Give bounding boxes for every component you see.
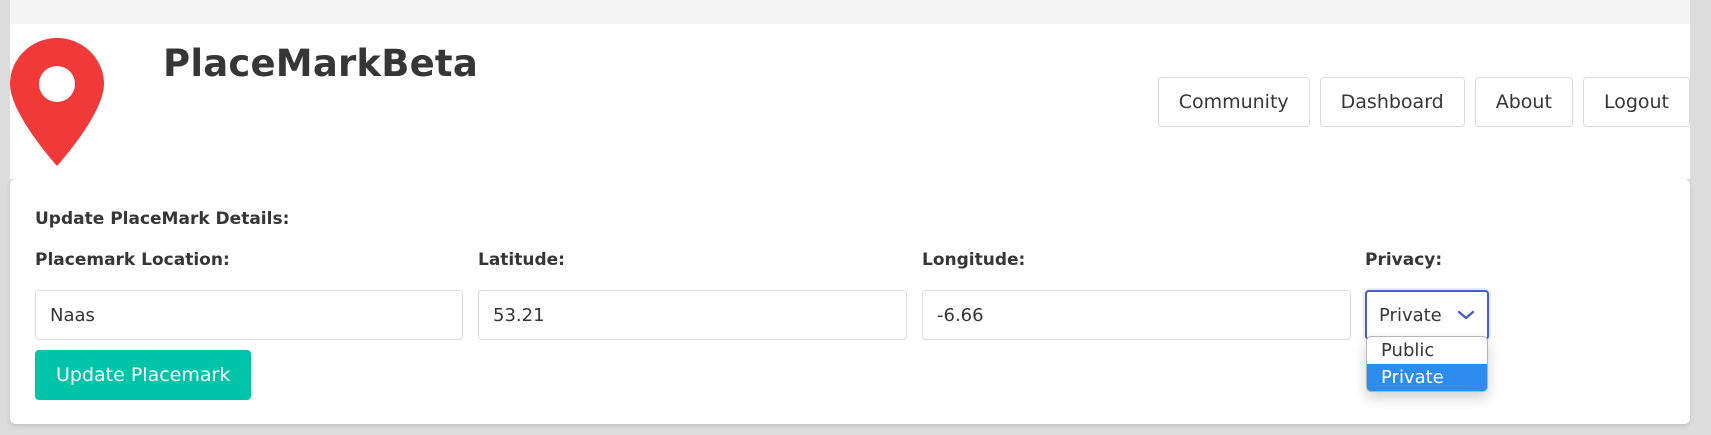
- nav-logout-button[interactable]: Logout: [1582, 77, 1690, 127]
- map-pin-icon[interactable]: [10, 38, 104, 166]
- chevron-down-icon: [1457, 310, 1475, 320]
- location-field: Placemark Location: Naas: [35, 250, 463, 340]
- update-placemark-button[interactable]: Update Placemark: [35, 350, 252, 400]
- privacy-option-private[interactable]: Private: [1367, 364, 1487, 391]
- nav-community-button[interactable]: Community: [1157, 77, 1310, 127]
- nav-dashboard-button[interactable]: Dashboard: [1319, 77, 1465, 127]
- longitude-field: Longitude: -6.66: [922, 250, 1351, 340]
- latitude-label: Latitude:: [478, 250, 565, 270]
- longitude-label: Longitude:: [922, 250, 1026, 270]
- privacy-label: Privacy:: [1365, 250, 1443, 270]
- privacy-dropdown-list: Public Private: [1366, 336, 1488, 392]
- privacy-option-public[interactable]: Public: [1367, 337, 1487, 364]
- app-title: PlaceMarkBeta: [163, 42, 478, 85]
- longitude-input[interactable]: -6.66: [922, 290, 1351, 340]
- location-input[interactable]: Naas: [35, 290, 463, 340]
- latitude-input[interactable]: 53.21: [478, 290, 907, 340]
- top-strip: [10, 0, 1690, 24]
- location-label: Placemark Location:: [35, 250, 230, 270]
- privacy-field: Privacy: Private: [1365, 250, 1515, 340]
- form-heading: Update PlaceMark Details:: [35, 209, 290, 229]
- nav-about-button[interactable]: About: [1474, 77, 1573, 127]
- privacy-select-value: Private: [1379, 304, 1442, 326]
- privacy-select[interactable]: Private: [1365, 290, 1489, 340]
- main-nav: Community Dashboard About Logout: [1157, 77, 1690, 127]
- latitude-field: Latitude: 53.21: [478, 250, 907, 340]
